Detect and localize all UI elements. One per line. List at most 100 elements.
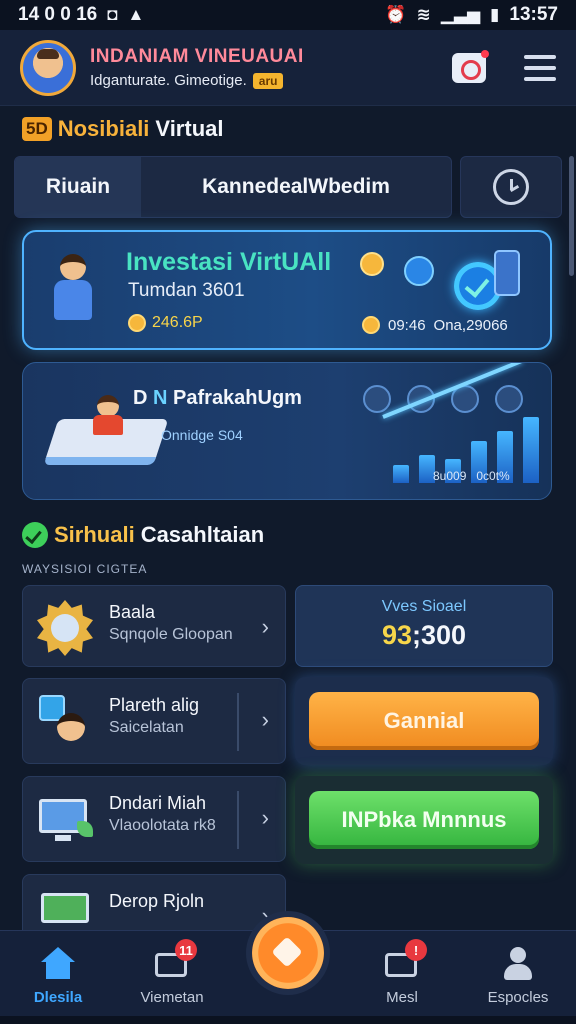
balance-value-highlight: 93 <box>381 620 412 650</box>
promo-title-highlight: N <box>153 387 168 409</box>
check-circle-icon <box>22 522 48 548</box>
nav-item-home[interactable]: Dlesila <box>8 947 108 1006</box>
tab-group: Riuain KannedealWbedim <box>14 156 452 218</box>
inpbka-button[interactable]: INPbka Mnnnus <box>309 791 539 849</box>
scrollbar[interactable] <box>569 156 574 276</box>
status-bar: 14 0 0 16 ◘ ▲ ⏰ ≋ ▁▃▅ ▮ 13:57 <box>0 0 576 30</box>
investment-value: 246.6P <box>152 314 203 331</box>
history-button[interactable] <box>460 156 562 218</box>
nav-item-viemetan[interactable]: 11 Viemetan <box>122 939 222 1006</box>
divider <box>237 791 239 849</box>
status-left: 14 0 0 16 ◘ ▲ <box>18 4 144 26</box>
investment-stat-a: 09:46 <box>388 316 426 334</box>
notification-badge: 11 <box>175 939 197 961</box>
header-subtitle-row: Idganturate. Gimeotige. aru <box>90 72 452 89</box>
stat-coin-icon <box>362 316 380 334</box>
promo-stats: 8u009 0c0t% <box>433 469 510 483</box>
coin-icon <box>128 314 146 332</box>
message-icon[interactable] <box>452 49 489 83</box>
orange-button-wrap: Gannial <box>295 677 553 765</box>
list-item-subtitle: Vlaoolotata rk8 <box>109 817 216 834</box>
tab-kannedeal[interactable]: KannedealWbedim <box>141 157 451 217</box>
investment-value-row: 246.6P <box>128 314 203 332</box>
avatar[interactable] <box>20 39 76 96</box>
monitor-icon <box>37 791 93 847</box>
list-item-baala[interactable]: Baala Sqnqole Gloopan › <box>22 585 286 667</box>
nav-item-espocles[interactable]: Espocles <box>468 947 568 1006</box>
app-header: INDANIAM VINEUAUAI Idganturate. Gimeotig… <box>0 30 576 106</box>
section2-title: Casahltaian <box>140 522 265 547</box>
promo-stat-b: 0c0t% <box>476 469 510 483</box>
home-indicator <box>0 1016 576 1024</box>
status-left-text: 14 0 0 16 <box>18 4 98 25</box>
promo-card[interactable]: D N PafrakahUgm Onnidge S04 8u009 0c0t% <box>22 362 552 500</box>
profile-icon <box>499 947 537 981</box>
divider <box>237 693 239 751</box>
menu-icon[interactable] <box>524 54 556 81</box>
alarm-icon: ⏰ <box>385 5 407 24</box>
list-item-title: Derop Rjoln <box>109 891 205 911</box>
investment-stat-b: Ona,29066 <box>433 316 508 334</box>
balance-value-rest: ;300 <box>412 620 467 650</box>
balance-value: 93;300 <box>296 620 552 651</box>
status-right: ⏰ ≋ ▁▃▅ ▮ 13:57 <box>385 4 558 26</box>
list-item-derop[interactable]: Derop Rjoln › <box>22 874 286 934</box>
list-item-title: Plareth alig <box>109 695 200 715</box>
shield-icon: ◘ <box>107 5 118 24</box>
bottom-nav: Dlesila 11 Viemetan ! Mesl Espocles <box>0 917 576 1024</box>
message-box-icon: ! <box>383 939 427 981</box>
list-item-title: Baala <box>109 602 156 622</box>
investment-subtitle: Tumdan 3601 <box>128 280 245 301</box>
wifi-icon: ≋ <box>416 5 431 24</box>
promo-stat-a: 8u009 <box>433 469 467 483</box>
chevron-right-icon: › <box>261 614 269 639</box>
section2-micro-label: WAYSISIOI CIGTEA <box>22 562 148 576</box>
investment-title: Investasi VirtUAll <box>126 248 332 276</box>
header-badge: aru <box>252 72 284 89</box>
section-badge: 5D <box>22 117 52 141</box>
badge-icon <box>37 600 93 656</box>
list-item-dndari[interactable]: Dndari Miah Vlaoolotata rk8 › <box>22 776 286 862</box>
section-title-text: Virtual <box>155 116 224 141</box>
warning-icon: ▲ <box>127 5 145 24</box>
tab-riuain[interactable]: Riuain <box>15 157 141 217</box>
center-action-button[interactable] <box>252 917 324 989</box>
nav-label: Viemetan <box>140 989 204 1006</box>
chart-bar <box>523 417 539 483</box>
notification-badge: ! <box>405 939 427 961</box>
person-icon <box>37 693 93 749</box>
header-actions <box>452 49 556 83</box>
promo-title-rest: PafrakahUgm <box>173 387 302 409</box>
gannial-button[interactable]: Gannial <box>309 692 539 750</box>
chat-icon: 11 <box>153 939 197 981</box>
nav-label: Mesl <box>386 989 418 1006</box>
nav-label: Espocles <box>487 989 549 1006</box>
section-title-casahltaian: Sirhuali Casahltaian <box>22 522 264 548</box>
network-node-icon <box>404 256 434 286</box>
dollar-coin-icon <box>360 252 384 276</box>
investor-illustration <box>48 254 98 324</box>
balance-label: Vves Sioael <box>381 598 467 615</box>
promo-title: D N PafrakahUgm <box>133 387 302 410</box>
investment-stats: 09:46 Ona,29066 <box>362 316 508 334</box>
nav-item-mesl[interactable]: ! Mesl <box>352 939 452 1006</box>
promo-subtitle: Onnidge S04 <box>161 427 243 443</box>
clock-icon <box>493 169 529 205</box>
header-text: INDANIAM VINEUAUAI Idganturate. Gimeotig… <box>90 46 452 89</box>
balance-card[interactable]: Vves Sioael 93;300 <box>295 585 553 667</box>
section2-prefix: Sirhuali <box>54 522 135 547</box>
green-button-wrap: INPbka Mnnnus <box>295 776 553 864</box>
chevron-right-icon: › <box>261 707 269 732</box>
tabs-row: Riuain KannedealWbedim <box>14 156 562 218</box>
list-item-plareth[interactable]: Plareth alig Saicelatan › <box>22 678 286 764</box>
signal-icon: ▁▃▅ <box>440 5 481 24</box>
investment-card[interactable]: Investasi VirtUAll Tumdan 3601 246.6P 09… <box>22 230 552 350</box>
promo-title-prefix: D <box>133 387 148 409</box>
battery-icon: ▮ <box>490 5 500 24</box>
list-item-subtitle: Saicelatan <box>109 719 184 736</box>
chart-bar <box>393 465 409 483</box>
header-title: INDANIAM VINEUAUAI <box>90 46 304 67</box>
section-title-virtual: 5D Nosibiali Virtual <box>22 116 223 142</box>
list-item-title: Dndari Miah <box>109 793 207 813</box>
section-prefix: Nosibiali <box>57 116 150 141</box>
